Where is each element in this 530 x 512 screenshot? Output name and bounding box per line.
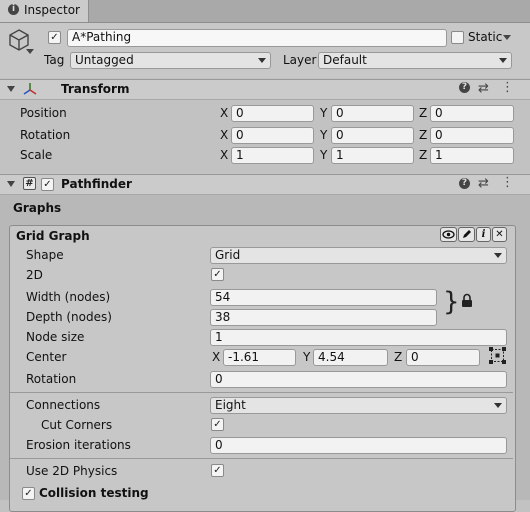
scale-y-field[interactable]: 1: [331, 147, 414, 164]
x-axis-label[interactable]: X: [212, 350, 220, 364]
rotation-z-field[interactable]: 0: [430, 127, 514, 144]
pathfinder-foldout-arrow[interactable]: [7, 181, 15, 187]
tag-dropdown[interactable]: Untagged: [70, 52, 271, 69]
tag-value: Untagged: [75, 53, 134, 67]
help-icon[interactable]: ?: [459, 178, 470, 189]
width-label: Width (nodes): [26, 290, 111, 304]
pathfinder-enabled-checkbox[interactable]: ✓: [41, 178, 54, 191]
z-axis-label[interactable]: Z: [394, 350, 402, 364]
scale-label: Scale: [20, 148, 53, 162]
tab-inspector[interactable]: i Inspector: [0, 0, 89, 22]
collision-testing-label[interactable]: Collision testing: [39, 486, 149, 500]
y-axis-label[interactable]: Y: [320, 148, 327, 162]
width-field[interactable]: 54: [210, 289, 437, 306]
erosion-label: Erosion iterations: [26, 438, 131, 452]
y-axis-label[interactable]: Y: [320, 128, 327, 142]
center-y-field[interactable]: 4.54: [313, 349, 388, 366]
collision-testing-checkbox[interactable]: ✓: [22, 487, 35, 500]
position-z-field[interactable]: 0: [430, 105, 514, 122]
info-icon: i: [8, 4, 19, 15]
graphs-label: Graphs: [13, 201, 62, 215]
shape-label: Shape: [26, 248, 64, 262]
link-bracket-icon: }: [443, 287, 460, 317]
more-options-icon[interactable]: ⋮: [501, 80, 514, 95]
z-axis-label[interactable]: Z: [419, 148, 427, 162]
layer-label: Layer: [283, 53, 317, 67]
pivot-selector-icon[interactable]: [489, 347, 506, 364]
node-size-field[interactable]: 1: [210, 329, 507, 346]
chevron-down-icon: [494, 403, 502, 408]
divider: [10, 392, 513, 393]
active-checkbox[interactable]: ✓: [48, 31, 61, 44]
layer-value: Default: [323, 53, 367, 67]
layer-dropdown[interactable]: Default: [318, 52, 512, 69]
eye-icon[interactable]: [440, 227, 457, 242]
position-label: Position: [20, 106, 67, 120]
preset-icon[interactable]: ⇄: [478, 81, 489, 96]
center-label: Center: [26, 350, 67, 364]
x-axis-label[interactable]: X: [220, 128, 228, 142]
node-size-label: Node size: [26, 330, 85, 344]
connections-dropdown[interactable]: Eight: [210, 397, 507, 414]
graph-rotation-field[interactable]: 0: [210, 371, 507, 388]
shape-dropdown[interactable]: Grid: [210, 247, 507, 264]
chevron-down-icon: [499, 58, 507, 63]
divider: [10, 458, 513, 459]
use-2d-physics-label: Use 2D Physics: [26, 464, 118, 478]
shape-value: Grid: [215, 248, 241, 262]
z-axis-label[interactable]: Z: [419, 106, 427, 120]
erosion-field[interactable]: 0: [210, 437, 507, 454]
object-name-field[interactable]: A*Pathing: [67, 29, 447, 47]
z-axis-label[interactable]: Z: [419, 128, 427, 142]
two-d-checkbox[interactable]: ✓: [211, 268, 224, 281]
rotation-label: Rotation: [20, 128, 71, 142]
position-y-field[interactable]: 0: [331, 105, 414, 122]
transform-title: Transform: [61, 82, 130, 96]
cut-corners-checkbox[interactable]: ✓: [211, 418, 224, 431]
pathfinder-title: Pathfinder: [61, 177, 132, 191]
connections-label: Connections: [26, 398, 101, 412]
use-2d-physics-checkbox[interactable]: ✓: [211, 464, 224, 477]
cut-corners-label: Cut Corners: [41, 418, 113, 432]
connections-value: Eight: [215, 398, 246, 412]
grid-graph-title: Grid Graph: [16, 229, 90, 243]
rotation-x-field[interactable]: 0: [231, 127, 314, 144]
close-icon[interactable]: ✕: [492, 227, 507, 242]
pencil-icon[interactable]: [458, 227, 475, 242]
rotation-y-field[interactable]: 0: [331, 127, 414, 144]
tab-title: Inspector: [24, 3, 80, 17]
y-axis-label[interactable]: Y: [320, 106, 327, 120]
two-d-label: 2D: [26, 268, 43, 282]
transform-foldout-arrow[interactable]: [7, 86, 15, 92]
static-label[interactable]: Static: [468, 30, 502, 44]
tag-label: Tag: [44, 53, 65, 67]
graph-rotation-label: Rotation: [26, 372, 77, 386]
static-checkbox[interactable]: [451, 31, 464, 44]
y-axis-label[interactable]: Y: [303, 350, 310, 364]
info-icon[interactable]: i: [476, 227, 491, 242]
script-icon: #: [23, 177, 36, 190]
preset-icon[interactable]: ⇄: [478, 176, 489, 191]
chevron-down-icon: [494, 253, 502, 258]
depth-label: Depth (nodes): [26, 310, 112, 324]
static-dropdown-arrow[interactable]: [503, 35, 511, 40]
axes-icon: [23, 83, 37, 95]
scale-z-field[interactable]: 1: [430, 147, 514, 164]
chevron-down-icon: [258, 58, 266, 63]
x-axis-label[interactable]: X: [220, 106, 228, 120]
position-x-field[interactable]: 0: [231, 105, 314, 122]
scale-x-field[interactable]: 1: [231, 147, 314, 164]
center-x-field[interactable]: -1.61: [223, 349, 296, 366]
icon-dropdown-arrow[interactable]: [26, 49, 34, 54]
center-z-field[interactable]: 0: [406, 349, 480, 366]
lock-icon[interactable]: [461, 293, 473, 308]
depth-field[interactable]: 38: [210, 309, 437, 326]
help-icon[interactable]: ?: [459, 82, 470, 93]
more-options-icon[interactable]: ⋮: [501, 175, 514, 190]
x-axis-label[interactable]: X: [220, 148, 228, 162]
